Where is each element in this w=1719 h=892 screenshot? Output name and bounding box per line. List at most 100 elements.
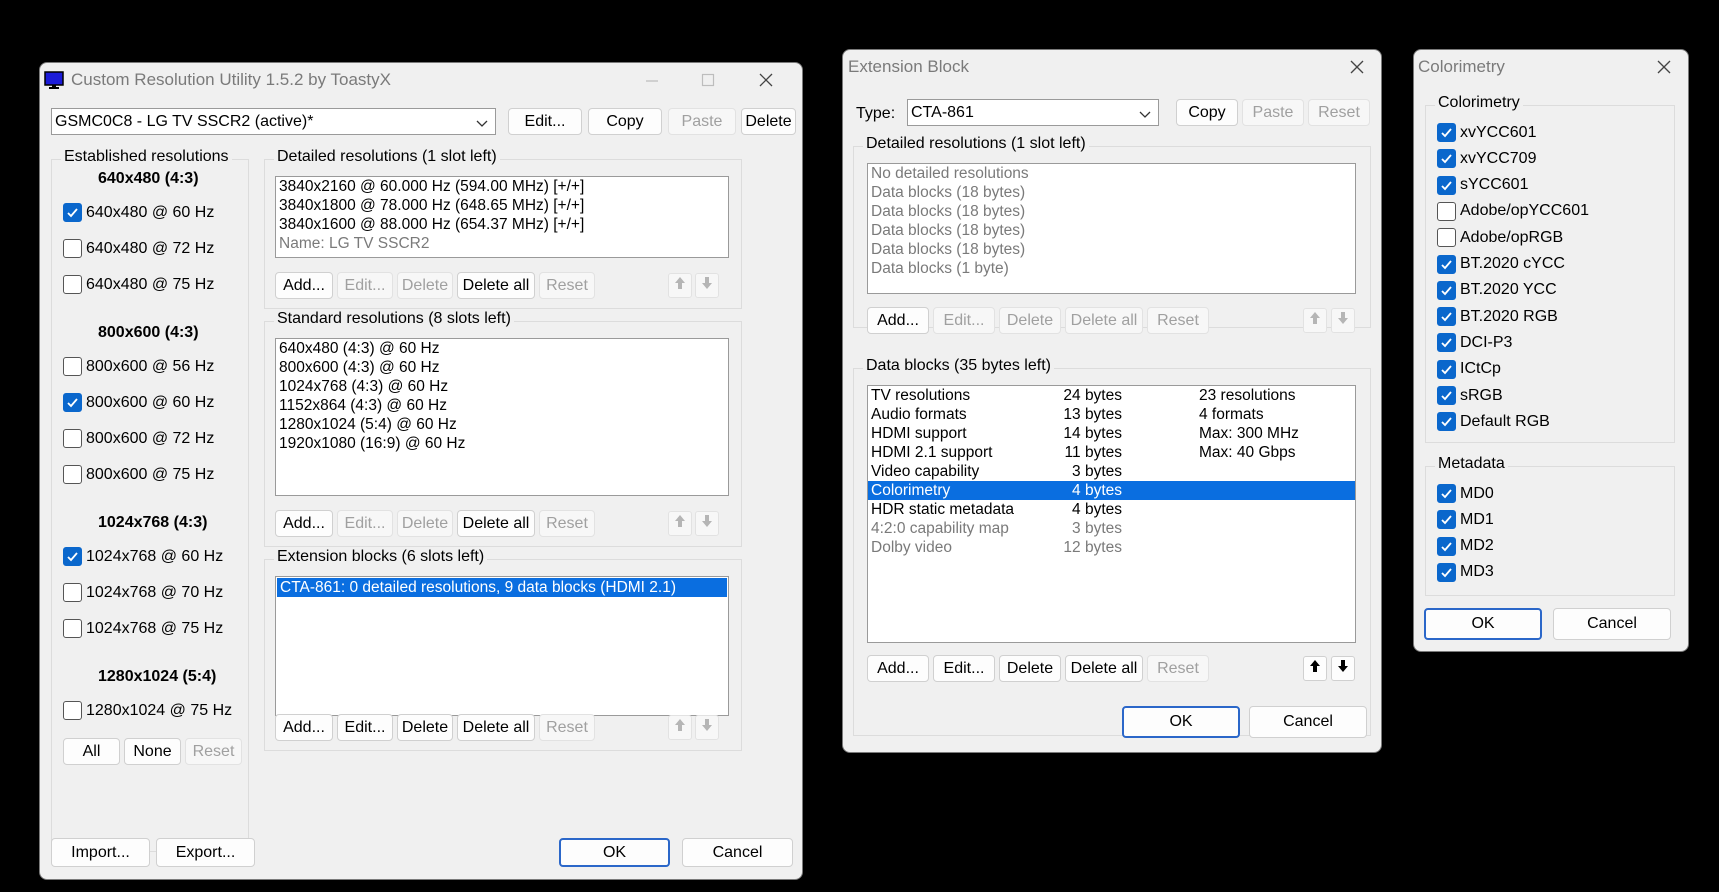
data-blocks-delete-button[interactable]: Delete [999, 655, 1061, 682]
standard-delete-all-button[interactable]: Delete all [457, 510, 535, 537]
main-cancel-button[interactable]: Cancel [682, 838, 793, 867]
detailed-add-button[interactable]: Add... [275, 272, 333, 299]
monitor-select[interactable]: GSMC0C8 - LG TV SSCR2 (active)* [51, 108, 496, 135]
list-item[interactable]: Name: LG TV SSCR2 [276, 234, 728, 253]
checkbox-1024x768-75[interactable]: 1024x768 @ 75 Hz [63, 619, 223, 638]
checkbox-800x600-56[interactable]: 800x600 @ 56 Hz [63, 357, 214, 376]
ext-detailed-delete-button[interactable]: Delete [999, 307, 1061, 334]
ext-detailed-add-button[interactable]: Add... [867, 307, 929, 334]
edit-monitor-button[interactable]: Edit... [508, 108, 582, 135]
delete-monitor-button[interactable]: Delete [741, 108, 796, 135]
data-block-row-hdmi-support[interactable]: HDMI support 14 bytes Max: 300 MHz [868, 424, 1355, 443]
colorimetry-checkbox-bt-2020-cycc[interactable]: BT.2020 cYCC [1437, 254, 1565, 274]
data-blocks-move-up-button[interactable] [1303, 656, 1327, 681]
colorimetry-checkbox-xvycc601[interactable]: xvYCC601 [1437, 123, 1536, 142]
checkbox-640x480-60[interactable]: 640x480 @ 60 Hz [63, 203, 214, 222]
list-item[interactable]: 3840x1800 @ 78.000 Hz (648.65 MHz) [+/+] [276, 196, 728, 215]
detailed-move-down-button[interactable] [695, 273, 719, 298]
ext-cancel-button[interactable]: Cancel [1249, 706, 1367, 738]
data-blocks-delete-all-button[interactable]: Delete all [1065, 655, 1143, 682]
metadata-checkbox-md3[interactable]: MD3 [1437, 562, 1494, 582]
detailed-move-up-button[interactable] [668, 273, 692, 298]
colorimetry-checkbox-adobe-oprgb[interactable]: Adobe/opRGB [1437, 228, 1563, 248]
ext-ok-button[interactable]: OK [1122, 706, 1240, 738]
standard-add-button[interactable]: Add... [275, 510, 333, 537]
data-block-row-tv-resolutions[interactable]: TV resolutions 24 bytes 23 resolutions [868, 386, 1355, 405]
checkbox-640x480-75[interactable]: 640x480 @ 75 Hz [63, 275, 214, 294]
none-button[interactable]: None [124, 738, 181, 765]
list-item[interactable]: 1280x1024 (5:4) @ 60 Hz [276, 415, 728, 434]
established-reset-button[interactable]: Reset [185, 738, 242, 765]
ext-detailed-move-down-button[interactable] [1331, 308, 1355, 333]
list-item[interactable]: 1920x1080 (16:9) @ 60 Hz [276, 434, 728, 453]
list-item[interactable]: Data blocks (18 bytes) [868, 240, 1355, 259]
ext-detailed-move-up-button[interactable] [1303, 308, 1327, 333]
colorimetry-checkbox-bt-2020-rgb[interactable]: BT.2020 RGB [1437, 307, 1558, 327]
data-blocks-move-down-button[interactable] [1331, 656, 1355, 681]
list-item[interactable]: Data blocks (18 bytes) [868, 202, 1355, 221]
ext-detailed-reset-button[interactable]: Reset [1147, 307, 1209, 334]
checkbox-640x480-72[interactable]: 640x480 @ 72 Hz [63, 239, 214, 258]
list-item[interactable]: No detailed resolutions [868, 164, 1355, 183]
standard-resolutions-list[interactable]: 640x480 (4:3) @ 60 Hz 800x600 (4:3) @ 60… [275, 338, 729, 496]
ext-paste-button[interactable]: Paste [1242, 99, 1304, 126]
ext-detailed-list[interactable]: No detailed resolutions Data blocks (18 … [867, 163, 1356, 294]
copy-button[interactable]: Copy [588, 108, 662, 135]
metadata-checkbox-md1[interactable]: MD1 [1437, 510, 1494, 530]
data-blocks-list[interactable]: TV resolutions 24 bytes 23 resolutions Aud… [867, 385, 1356, 643]
data-block-row-dolby-video[interactable]: Dolby video 12 bytes [868, 538, 1355, 557]
ext-detailed-delete-all-button[interactable]: Delete all [1065, 307, 1143, 334]
data-block-row-colorimetry-selected[interactable]: Colorimetry 4 bytes [868, 481, 1355, 500]
data-block-row-video-capability[interactable]: Video capability 3 bytes [868, 462, 1355, 481]
checkbox-1280x1024-75[interactable]: 1280x1024 @ 75 Hz [63, 701, 232, 720]
metadata-checkbox-md2[interactable]: MD2 [1437, 536, 1494, 556]
extension-edit-button[interactable]: Edit... [337, 714, 393, 741]
checkbox-1024x768-60[interactable]: 1024x768 @ 60 Hz [63, 547, 223, 566]
detailed-delete-button[interactable]: Delete [397, 272, 453, 299]
detailed-edit-button[interactable]: Edit... [337, 272, 393, 299]
close-button[interactable] [752, 67, 780, 93]
list-item[interactable]: Data blocks (1 byte) [868, 259, 1355, 278]
detailed-resolutions-list[interactable]: 3840x2160 @ 60.000 Hz (594.00 MHz) [+/+]… [275, 176, 729, 258]
colorimetry-ok-button[interactable]: OK [1424, 608, 1542, 640]
list-item[interactable]: 640x480 (4:3) @ 60 Hz [276, 339, 728, 358]
data-block-row-hdmi21-support[interactable]: HDMI 2.1 support 11 bytes Max: 40 Gbps [868, 443, 1355, 462]
colorimetry-checkbox-adobe-opycc601[interactable]: Adobe/opYCC601 [1437, 201, 1589, 221]
metadata-checkbox-md0[interactable]: MD0 [1437, 484, 1494, 503]
standard-move-up-button[interactable] [668, 511, 692, 536]
extension-delete-button[interactable]: Delete [397, 714, 453, 741]
standard-delete-button[interactable]: Delete [397, 510, 453, 537]
extension-move-up-button[interactable] [668, 715, 692, 740]
ext-reset-button[interactable]: Reset [1308, 99, 1370, 126]
colorimetry-cancel-button[interactable]: Cancel [1553, 608, 1671, 640]
colorimetry-checkbox-sycc601[interactable]: sYCC601 [1437, 175, 1528, 195]
ext-detailed-edit-button[interactable]: Edit... [933, 307, 995, 334]
list-item[interactable]: Data blocks (18 bytes) [868, 221, 1355, 240]
all-button[interactable]: All [63, 738, 120, 765]
main-titlebar[interactable]: Custom Resolution Utility 1.5.2 by Toast… [40, 63, 802, 97]
checkbox-800x600-60[interactable]: 800x600 @ 60 Hz [63, 393, 214, 412]
maximize-button[interactable] [694, 67, 722, 93]
checkbox-1024x768-70[interactable]: 1024x768 @ 70 Hz [63, 583, 223, 602]
ext-copy-button[interactable]: Copy [1176, 99, 1238, 126]
data-block-row-hdr-static-metadata[interactable]: HDR static metadata 4 bytes [868, 500, 1355, 519]
extension-blocks-list[interactable]: CTA-861: 0 detailed resolutions, 9 data … [275, 576, 729, 716]
paste-button[interactable]: Paste [668, 108, 736, 135]
extension-titlebar[interactable]: Extension Block [843, 50, 1381, 84]
standard-reset-button[interactable]: Reset [539, 510, 595, 537]
colorimetry-checkbox-bt-2020-ycc[interactable]: BT.2020 YCC [1437, 280, 1557, 300]
standard-move-down-button[interactable] [695, 511, 719, 536]
colorimetry-checkbox-xvycc709[interactable]: xvYCC709 [1437, 149, 1536, 169]
checkbox-800x600-72[interactable]: 800x600 @ 72 Hz [63, 429, 214, 448]
extension-delete-all-button[interactable]: Delete all [457, 714, 535, 741]
type-select[interactable]: CTA-861 [907, 99, 1159, 126]
detailed-reset-button[interactable]: Reset [539, 272, 595, 299]
extension-move-down-button[interactable] [695, 715, 719, 740]
main-ok-button[interactable]: OK [559, 838, 670, 867]
list-item-selected[interactable]: CTA-861: 0 detailed resolutions, 9 data … [276, 577, 728, 598]
colorimetry-checkbox-ictcp[interactable]: ICtCp [1437, 359, 1501, 379]
data-blocks-reset-button[interactable]: Reset [1147, 655, 1209, 682]
data-block-row-420-capability-map[interactable]: 4:2:0 capability map 3 bytes [868, 519, 1355, 538]
list-item[interactable]: 800x600 (4:3) @ 60 Hz [276, 358, 728, 377]
colorimetry-titlebar[interactable]: Colorimetry [1414, 50, 1688, 84]
